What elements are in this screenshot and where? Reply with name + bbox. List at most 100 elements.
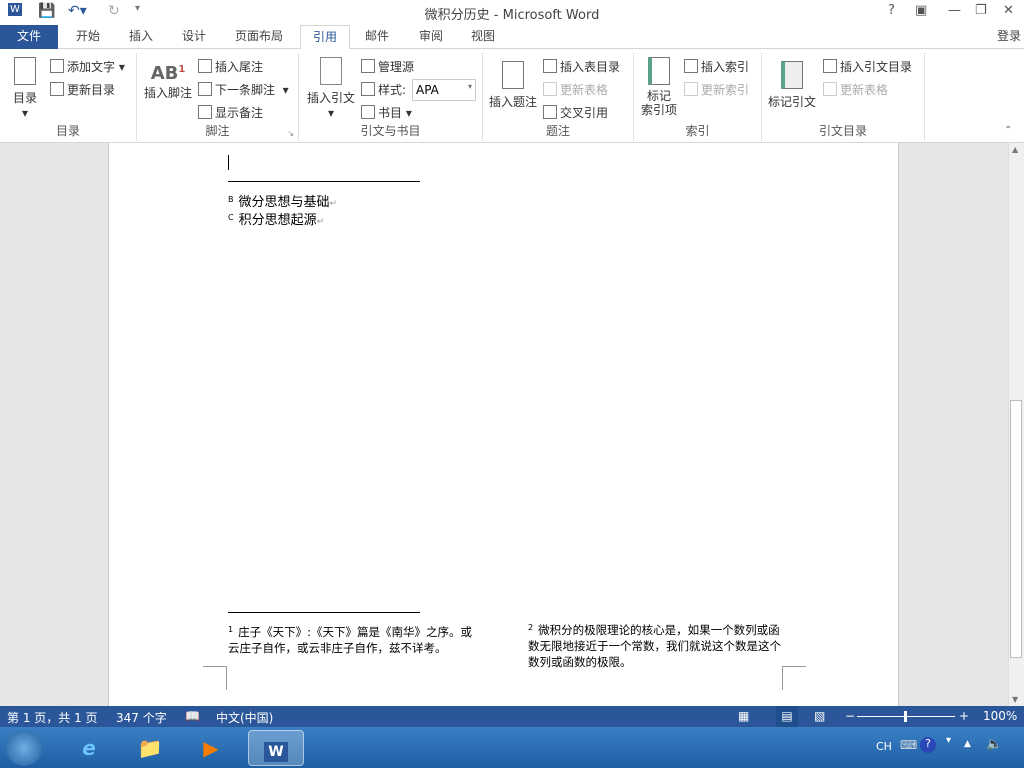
word-count[interactable]: 347 个字	[116, 709, 167, 726]
footnote-text: 庄子《天下》:《天下》篇是《南华》之序。或云庄子自作，或云非庄子自作，兹不详考。	[228, 625, 472, 655]
tab-review[interactable]: 审阅	[408, 25, 454, 49]
ie-icon[interactable]: e	[70, 730, 108, 766]
insert-footnote-button[interactable]: AB1 插入脚注	[141, 63, 195, 101]
page-count[interactable]: 第 1 页，共 1 页	[7, 709, 98, 726]
group-label: 脚注	[205, 124, 230, 138]
footnote-text: 微积分的极限理论的核心是，如果一个数列或函数无限地接近于一个常数，我们就说这个数…	[528, 623, 781, 669]
next-footnote-icon	[198, 82, 212, 96]
style-value: APA	[416, 83, 439, 97]
style-control: 样式:	[361, 81, 406, 98]
tab-file[interactable]: 文件	[0, 25, 58, 49]
scroll-up-icon[interactable]: ▲	[1012, 145, 1018, 154]
insert-footnote-label: 插入脚注	[143, 86, 192, 100]
sign-in-link[interactable]: 登录	[994, 25, 1024, 49]
endnote-mark: C	[228, 213, 234, 222]
update-table-label: 更新表格	[560, 83, 609, 97]
insert-endnote-label: 插入尾注	[215, 60, 264, 74]
zoom-level[interactable]: 100%	[983, 709, 1017, 723]
show-hidden-icons[interactable]: ▲	[964, 739, 971, 749]
show-notes-label: 显示备注	[215, 106, 264, 120]
insert-index-button[interactable]: 插入索引	[684, 58, 749, 75]
tab-design[interactable]: 设计	[170, 25, 218, 49]
style-label: 样式:	[378, 83, 407, 97]
update-index-button[interactable]: 更新索引	[684, 81, 749, 98]
cross-reference-button[interactable]: 交叉引用	[543, 104, 608, 121]
group-label: 索引	[685, 124, 710, 138]
update-table-button[interactable]: 更新表格	[543, 81, 608, 98]
insert-toa-button[interactable]: 插入引文目录	[823, 58, 912, 75]
help-button[interactable]: ?	[888, 3, 895, 18]
insert-citation-button[interactable]: 插入引文 ▾	[305, 57, 357, 120]
media-player-icon[interactable]: ▶	[192, 730, 230, 766]
zoom-out-icon[interactable]: −	[845, 709, 855, 723]
mark-citation-button[interactable]: 标记引文	[766, 61, 818, 110]
show-notes-icon	[198, 105, 212, 119]
zoom-in-icon[interactable]: +	[959, 709, 969, 723]
manage-sources-label: 管理源	[378, 60, 415, 74]
restore-icon[interactable]: ❐	[975, 3, 987, 18]
add-text-icon	[50, 59, 64, 73]
next-footnote-button[interactable]: 下一条脚注 ▾	[198, 81, 289, 98]
print-layout-icon[interactable]: ▤	[776, 706, 798, 727]
add-text-button[interactable]: 添加文字 ▾	[50, 58, 125, 75]
tab-references[interactable]: 引用	[300, 25, 350, 50]
close-icon[interactable]: ✕	[1003, 3, 1014, 18]
tab-view[interactable]: 视图	[460, 25, 506, 49]
scroll-down-icon[interactable]: ▼	[1012, 695, 1018, 704]
start-button[interactable]	[6, 730, 42, 766]
collapse-ribbon-icon[interactable]: ⌃	[1004, 125, 1012, 136]
cross-reference-icon	[543, 105, 557, 119]
mark-entry-button[interactable]: 标记 索引项	[638, 57, 680, 117]
volume-icon[interactable]: 🔈	[986, 737, 1002, 752]
explorer-icon[interactable]: 📁	[131, 730, 169, 766]
web-layout-icon[interactable]: ▧	[814, 709, 825, 723]
next-footnote-label: 下一条脚注	[215, 83, 276, 97]
toc-button[interactable]: 目录 ▾	[6, 57, 44, 120]
zoom-slider-thumb[interactable]	[904, 711, 907, 722]
tab-insert[interactable]: 插入	[118, 25, 164, 49]
word-taskbar-button[interactable]: W	[248, 730, 304, 766]
language[interactable]: 中文(中国)	[216, 709, 273, 726]
insert-tof-button[interactable]: 插入表目录	[543, 58, 620, 75]
show-notes-button[interactable]: 显示备注	[198, 104, 263, 121]
manage-sources-icon	[361, 59, 375, 73]
insert-citation-label: 插入引文	[306, 91, 355, 105]
chevron-down-icon: ▾	[467, 82, 472, 91]
group-label: 目录	[55, 124, 80, 138]
update-toa-label: 更新表格	[840, 83, 889, 97]
ribbon-display-icon[interactable]: ▣	[915, 3, 927, 18]
ime-indicator[interactable]: CH	[876, 740, 892, 753]
endnote-text: 微分思想与基础	[238, 195, 330, 210]
endnote-icon	[198, 59, 212, 73]
ime-options-icon[interactable]: ▾	[946, 735, 951, 746]
document-page[interactable]: B 微分思想与基础↵ C 积分思想起源↵ 1 庄子《天下》:《天下》篇是《南华》之序。…	[108, 143, 899, 706]
endnote-item: B 微分思想与基础↵	[228, 195, 338, 210]
tab-layout[interactable]: 页面布局	[226, 25, 292, 49]
minimize-icon[interactable]: —	[948, 3, 961, 18]
caption-icon	[502, 61, 524, 89]
scrollbar-thumb[interactable]	[1010, 400, 1022, 658]
tab-mailings[interactable]: 邮件	[354, 25, 400, 49]
read-mode-icon[interactable]: ▦	[738, 709, 749, 723]
citation-icon	[320, 57, 342, 85]
style-dropdown[interactable]: APA ▾	[412, 79, 476, 101]
update-toa-button[interactable]: 更新表格	[823, 81, 888, 98]
update-icon	[684, 82, 698, 96]
update-toc-button[interactable]: 更新目录	[50, 81, 115, 98]
proofing-icon[interactable]: 📖	[185, 709, 200, 723]
update-icon	[543, 82, 557, 96]
insert-endnote-button[interactable]: 插入尾注	[198, 58, 263, 75]
update-icon	[823, 82, 837, 96]
mark-citation-label: 标记引文	[767, 95, 816, 109]
tab-home[interactable]: 开始	[64, 25, 112, 49]
endnote-text: 积分思想起源	[238, 213, 317, 228]
insert-caption-button[interactable]: 插入题注	[487, 61, 539, 110]
endnote-item: C 积分思想起源↵	[228, 213, 325, 228]
keyboard-icon[interactable]: ⌨	[900, 738, 917, 752]
bibliography-button[interactable]: 书目 ▾	[361, 104, 412, 121]
help-tray-icon[interactable]: ?	[920, 737, 936, 753]
update-icon	[50, 82, 64, 96]
group-label: 引文目录	[818, 124, 867, 138]
manage-sources-button[interactable]: 管理源	[361, 58, 414, 75]
dialog-launcher-icon[interactable]: ↘	[287, 129, 294, 138]
